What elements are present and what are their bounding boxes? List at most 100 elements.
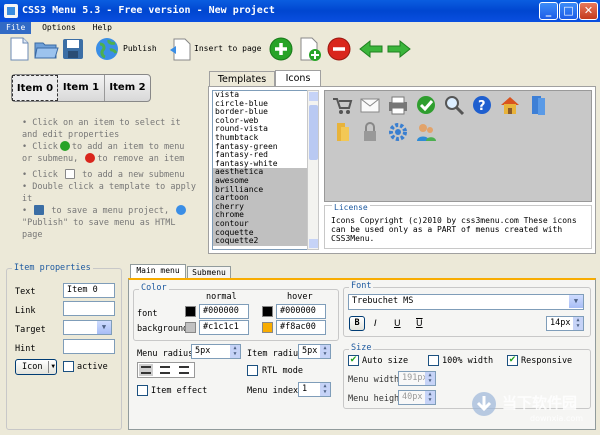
font-normal-input[interactable]: #000000 (199, 304, 249, 319)
active-label: active (77, 362, 108, 372)
chevron-down-icon[interactable]: ▼ (569, 295, 583, 308)
help-icon[interactable]: ? (471, 94, 493, 116)
tab-templates[interactable]: Templates (209, 71, 275, 87)
chevron-down-icon[interactable]: ▼ (97, 321, 111, 334)
icon-dropdown[interactable]: Icon ▼ (15, 359, 57, 375)
minimize-button[interactable]: _ (539, 2, 558, 20)
target-select[interactable]: ▼ (63, 320, 112, 335)
preview-item-2[interactable]: Item 2 (105, 75, 150, 101)
spinner-icon[interactable]: ▲ ▼ (425, 372, 435, 385)
menu-index-input[interactable]: 1 ▲ ▼ (298, 382, 331, 397)
menu-height-value: 40px (402, 392, 423, 402)
book-icon[interactable] (527, 94, 549, 116)
publish-label[interactable]: Publish (123, 44, 157, 53)
menu-width-input[interactable]: 191px ▲ ▼ (398, 371, 436, 386)
spinner-icon[interactable]: ▲ ▼ (320, 383, 330, 396)
check-icon[interactable] (415, 94, 437, 116)
open-folder-icon[interactable] (33, 36, 59, 62)
item-properties-title: Item properties (12, 263, 93, 273)
full-width-label: 100% width (442, 356, 494, 366)
add-item-icon[interactable] (268, 36, 294, 62)
home-icon[interactable] (499, 94, 521, 116)
printer-icon[interactable] (387, 94, 409, 116)
cart-icon[interactable] (331, 94, 353, 116)
tab-main-menu[interactable]: Main menu (130, 264, 186, 279)
folder-icon[interactable] (331, 121, 353, 143)
spinner-icon[interactable]: ▲ ▼ (573, 317, 583, 330)
template-list[interactable]: vista circle-blue border-blue color-web roun… (212, 90, 308, 250)
menu-help[interactable]: Help (87, 22, 118, 34)
bg-normal-input[interactable]: #c1c1c1 (199, 320, 249, 335)
template-item[interactable]: coquette2 (213, 236, 307, 246)
hint-input[interactable] (63, 339, 115, 354)
font-title: Font (349, 281, 374, 291)
move-right-icon[interactable] (386, 36, 412, 62)
lock-icon[interactable] (359, 121, 381, 143)
item-radius-input[interactable]: 5px ▲ ▼ (298, 344, 331, 359)
new-file-icon[interactable] (6, 36, 32, 62)
font-normal-swatch[interactable] (185, 306, 196, 317)
rtl-checkbox[interactable] (247, 365, 258, 376)
move-left-icon[interactable] (358, 36, 384, 62)
spinner-icon[interactable]: ▲ ▼ (230, 345, 240, 358)
preview-item-1[interactable]: Item 1 (58, 75, 105, 101)
bg-hover-swatch[interactable] (262, 322, 273, 333)
submenu-icon (64, 169, 75, 179)
magnifier-icon[interactable] (443, 94, 465, 116)
spinner-icon[interactable]: ▲ ▼ (320, 345, 330, 358)
italic-button[interactable]: I (374, 319, 377, 329)
item-effect-label: Item effect (151, 386, 208, 396)
help-line-4: • Double click a template to apply it (22, 182, 197, 204)
preview-item-0[interactable]: Item 0 (12, 75, 58, 101)
template-scrollbar[interactable] (307, 90, 319, 250)
spinner-icon[interactable]: ▲ ▼ (425, 391, 435, 404)
align-center-icon[interactable] (158, 364, 172, 376)
responsive-checkbox[interactable]: ✔ (507, 355, 518, 366)
underline-button[interactable]: U (394, 319, 401, 329)
scroll-up-button[interactable] (309, 92, 318, 101)
menu-radius-input[interactable]: 5px ▲ ▼ (191, 344, 241, 359)
settings-icon[interactable] (387, 121, 409, 143)
close-button[interactable]: ✕ (579, 2, 598, 20)
align-right-icon[interactable] (177, 364, 191, 376)
insert-page-icon[interactable] (168, 36, 194, 62)
users-icon[interactable] (415, 121, 437, 143)
full-width-checkbox[interactable] (428, 355, 439, 366)
tab-icons[interactable]: Icons (275, 70, 321, 87)
text-input[interactable]: Item 0 (63, 283, 115, 298)
font-hover-swatch[interactable] (262, 306, 273, 317)
save-icon[interactable] (60, 36, 86, 62)
active-checkbox[interactable] (63, 361, 74, 372)
auto-size-checkbox[interactable]: ✔ (348, 355, 359, 366)
bold-button[interactable]: B (349, 316, 365, 331)
underline-alt-button[interactable]: U (416, 319, 423, 329)
app-icon (4, 4, 18, 18)
bg-hover-input[interactable]: #f8ac00 (276, 320, 326, 335)
remove-item-icon[interactable] (326, 36, 352, 62)
font-hover-input[interactable]: #000000 (276, 304, 326, 319)
font-size-value: 14px (550, 318, 571, 328)
menu-options[interactable]: Options (36, 22, 82, 34)
add-submenu-icon[interactable] (297, 36, 323, 62)
maximize-button[interactable]: □ (559, 2, 578, 20)
icon-gallery: ? (324, 90, 592, 202)
menu-height-input[interactable]: 40px ▲ ▼ (398, 390, 436, 405)
align-left-icon[interactable] (139, 364, 153, 376)
scroll-down-button[interactable] (309, 239, 318, 248)
font-size-input[interactable]: 14px ▲ ▼ (546, 316, 584, 331)
link-input[interactable] (63, 301, 115, 316)
font-color-label: font (137, 309, 158, 319)
watermark-url: downxia.com (530, 414, 584, 423)
font-family-select[interactable]: Trebuchet MS ▼ (348, 294, 584, 310)
publish-globe-icon[interactable] (94, 36, 120, 62)
mail-icon[interactable] (359, 94, 381, 116)
bg-normal-swatch[interactable] (185, 322, 196, 333)
align-group (137, 362, 195, 378)
license-title: License (332, 203, 370, 212)
insert-label[interactable]: Insert to page (194, 44, 261, 53)
item-effect-checkbox[interactable] (137, 385, 148, 396)
scroll-thumb[interactable] (309, 105, 318, 160)
menu-file[interactable]: File (0, 22, 32, 34)
menu-radius-value: 5px (195, 346, 211, 356)
window-title: CSS3 Menu 5.3 - Free version - New proje… (0, 0, 600, 22)
